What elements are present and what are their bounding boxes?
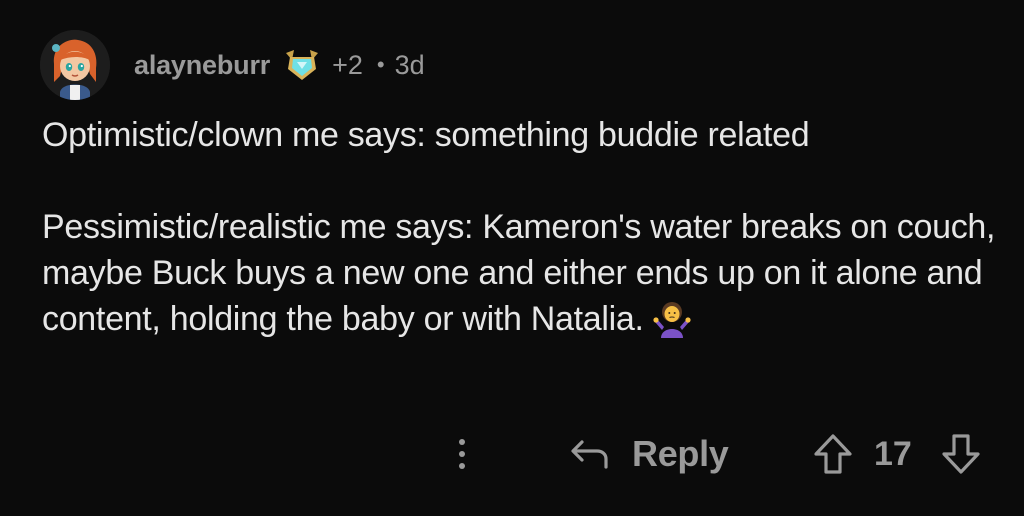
award-count: +2 [332, 49, 363, 80]
comment-paragraph-text: Pessimistic/realistic me says: Kameron's… [42, 208, 996, 338]
reply-button[interactable]: Reply [566, 430, 729, 478]
user-avatar[interactable] [40, 30, 110, 100]
vote-count: 17 [874, 435, 912, 473]
comment-body: Optimistic/clown me says: something budd… [42, 112, 1002, 342]
person-shrugging-emoji-icon [653, 302, 691, 338]
reply-arrow-icon [571, 440, 608, 469]
comment-paragraph: Pessimistic/realistic me says: Kameron's… [42, 204, 1002, 342]
comment-paragraph: Optimistic/clown me says: something budd… [42, 116, 810, 154]
award-icon[interactable] [282, 47, 322, 83]
avatar-illustration [40, 30, 110, 100]
upvote-arrow-icon[interactable] [812, 432, 854, 476]
downvote-arrow-icon[interactable] [940, 432, 982, 476]
comment-card: alayneburr +2 • 3d Optimistic/clown me s… [0, 0, 1024, 516]
comment-header: alayneburr +2 • 3d [40, 30, 425, 100]
reply-label: Reply [632, 433, 729, 474]
separator-dot: • [376, 52, 385, 77]
vertical-ellipsis-icon[interactable] [450, 434, 474, 474]
comment-age: 3d [394, 49, 425, 80]
username[interactable]: alayneburr [134, 50, 270, 81]
comment-actions: Reply 17 [0, 420, 1024, 490]
